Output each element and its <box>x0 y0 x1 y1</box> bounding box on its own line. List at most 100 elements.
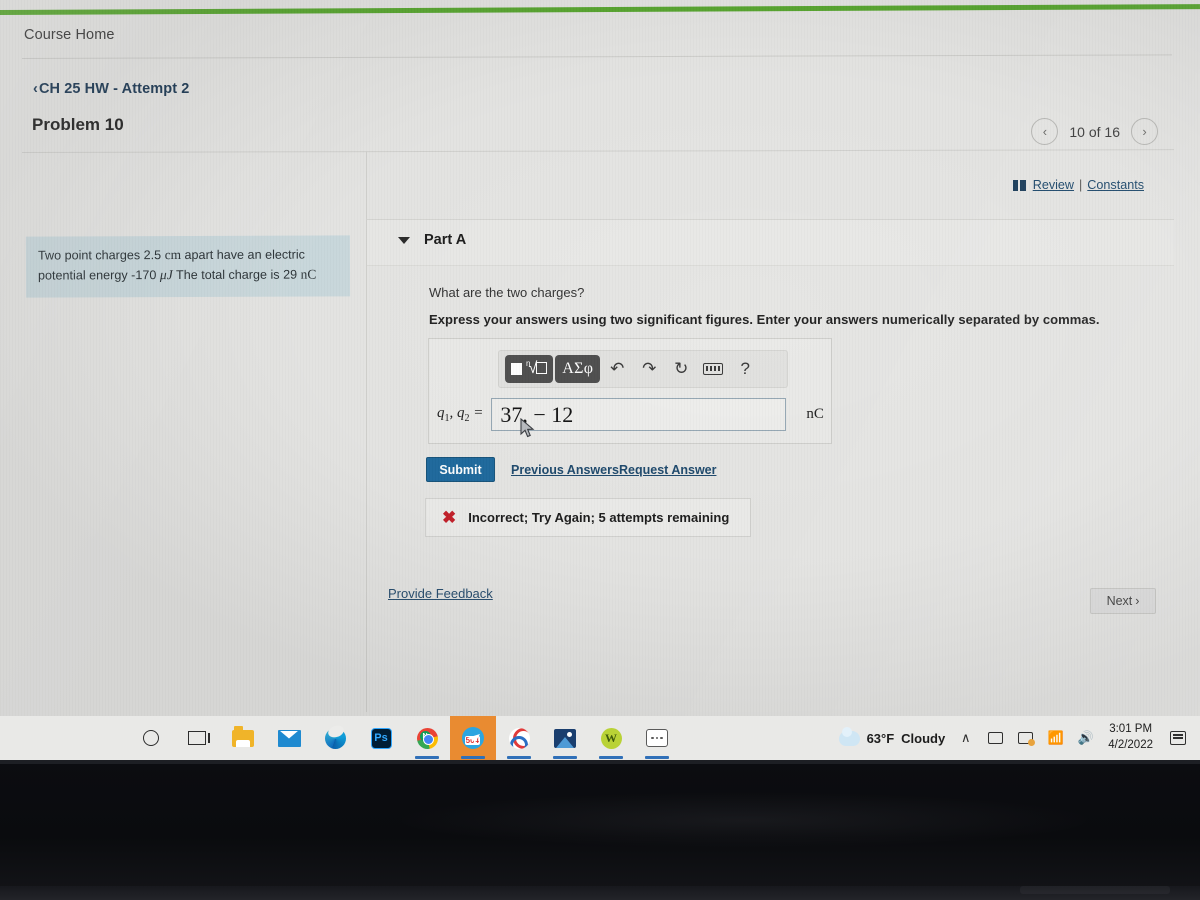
root-index-label: n <box>526 359 531 368</box>
feedback-message-box: ✖ Incorrect; Try Again; 5 attempts remai… <box>425 498 751 537</box>
mail-icon <box>277 729 301 747</box>
breadcrumb-back-icon: ‹ <box>33 81 38 97</box>
wolfram-icon: W <box>600 727 622 749</box>
search-icon <box>143 730 159 746</box>
tray-device-icon[interactable] <box>986 729 1005 748</box>
edge-icon <box>324 727 346 749</box>
constants-link[interactable]: Constants <box>1087 178 1144 192</box>
answer-unit-label: nC <box>806 406 824 422</box>
chrome-badge: N <box>419 730 431 742</box>
undo-icon[interactable]: ↶ <box>602 355 632 383</box>
provide-feedback-link[interactable]: Provide Feedback <box>388 586 493 601</box>
system-tray: 63°F Cloudy ∧ 📶 🔊 3:01 PM 4/2/2022 <box>838 716 1190 760</box>
show-hidden-icons-button[interactable]: ∧ <box>956 729 975 748</box>
problem-unit-microjoule: μJ <box>159 267 173 283</box>
pager-next-button[interactable]: › <box>1131 118 1158 145</box>
question-text: What are the two charges? <box>429 285 585 300</box>
brand-green-bar <box>0 4 1200 15</box>
part-header[interactable]: Part A <box>398 232 466 248</box>
weather-condition: Cloudy <box>901 730 946 746</box>
breadcrumb-assignment-link[interactable]: ‹CH 25 HW - Attempt 2 <box>33 81 189 97</box>
taskbar-clock[interactable]: 3:01 PM 4/2/2022 <box>1108 722 1153 753</box>
incorrect-x-icon: ✖ <box>442 508 457 527</box>
template-root-button[interactable]: n √ <box>505 355 554 383</box>
pager-prev-button[interactable]: ‹ <box>1031 118 1059 145</box>
review-link[interactable]: Review <box>1033 178 1074 192</box>
nth-root-icon: n √ <box>526 359 548 377</box>
problem-pager: ‹ 10 of 16 › <box>1031 118 1158 145</box>
problem-unit-nanocoulomb: nC <box>300 266 317 282</box>
taskbar-running-indicator <box>507 756 531 759</box>
notifications-icon[interactable] <box>1170 731 1186 745</box>
task-view-icon <box>188 731 210 745</box>
problem-text-part3: The total charge is 29 <box>172 267 301 283</box>
laptop-bezel <box>0 760 1200 900</box>
taskbar-task-view-button[interactable] <box>174 716 220 760</box>
problem-text-part1: Two point charges 2.5 <box>37 248 165 263</box>
reset-icon[interactable]: ↻ <box>666 355 696 383</box>
breadcrumb-label: CH 25 HW - Attempt 2 <box>38 81 190 97</box>
taskbar-rings-app-button[interactable] <box>496 716 542 760</box>
taskbar-running-indicator <box>599 756 623 759</box>
tray-update-icon[interactable] <box>1016 729 1036 748</box>
photos-icon <box>554 728 576 748</box>
links-separator: | <box>1079 178 1083 192</box>
header-divider-2 <box>21 149 1174 153</box>
page-title: Problem 10 <box>32 115 124 134</box>
browser-page: Course Home ‹CH 25 HW - Attempt 2 Proble… <box>0 0 1200 716</box>
request-answer-link[interactable]: Request Answer <box>619 463 716 477</box>
taskbar-telegram-button[interactable]: 504 <box>450 716 496 760</box>
rings-app-icon <box>508 727 530 749</box>
clock-time: 3:01 PM <box>1109 723 1153 736</box>
answer-variable-label: q1, q2 = <box>437 405 484 424</box>
taskbar-edge-button[interactable] <box>312 716 358 760</box>
review-constants-links: Review | Constants <box>1012 178 1144 192</box>
photoshop-icon: Ps <box>370 727 392 749</box>
messaging-icon <box>646 729 668 747</box>
part-header-band <box>367 220 1174 266</box>
help-icon[interactable]: ? <box>730 355 760 383</box>
part-label: Part A <box>424 232 467 248</box>
clock-date: 4/2/2022 <box>1108 739 1153 751</box>
volume-icon[interactable]: 🔊 <box>1076 729 1095 748</box>
taskbar-file-explorer-button[interactable] <box>220 716 266 760</box>
taskbar-mail-button[interactable] <box>266 716 312 760</box>
problem-statement: Two point charges 2.5 cm apart have an e… <box>25 235 351 298</box>
course-home-link[interactable]: Course Home <box>24 27 115 43</box>
windows-taskbar: Ps N 504 W 63°F Cloudy ∧ 📶 🔊 3:01 PM 4/2… <box>0 716 1200 760</box>
bezel-top-edge <box>0 760 1200 764</box>
redo-icon[interactable]: ↷ <box>634 355 664 383</box>
feedback-message: Incorrect; Try Again; 5 attempts remaini… <box>468 510 730 525</box>
answer-input[interactable]: 37, − 12 <box>491 398 787 431</box>
template-square-icon <box>511 363 522 375</box>
taskbar-running-indicator <box>645 756 669 759</box>
keyboard-icon[interactable] <box>698 355 728 383</box>
telegram-badge: 504 <box>464 736 480 745</box>
taskbar-search-button[interactable] <box>128 716 174 760</box>
laptop-screen-photo: Course Home ‹CH 25 HW - Attempt 2 Proble… <box>0 0 1200 900</box>
bezel-reflection <box>0 790 1200 850</box>
taskbar-photos-button[interactable] <box>542 716 588 760</box>
folder-icon <box>232 725 254 747</box>
taskbar-photoshop-button[interactable]: Ps <box>358 716 404 760</box>
book-icon <box>1012 179 1026 191</box>
greek-symbols-button[interactable]: ΑΣφ <box>555 355 601 383</box>
taskbar-running-indicator <box>461 756 485 759</box>
taskbar-messaging-button[interactable] <box>634 716 680 760</box>
submit-button[interactable]: Submit <box>426 457 495 482</box>
taskbar-running-indicator <box>553 756 577 759</box>
next-problem-button[interactable]: Next › <box>1090 588 1156 614</box>
weather-widget[interactable]: 63°F Cloudy <box>838 726 946 746</box>
answer-entry-row: q1, q2 = 37, − 12 nC <box>437 398 824 431</box>
caret-down-icon[interactable] <box>398 236 410 244</box>
taskbar-running-indicator <box>415 756 439 759</box>
taskbar-chrome-button[interactable]: N <box>404 716 450 760</box>
weather-temperature: 63°F <box>866 730 895 746</box>
bezel-notch <box>1020 886 1170 894</box>
wifi-icon[interactable]: 📶 <box>1046 729 1065 748</box>
instruction-text: Express your answers using two significa… <box>429 312 1100 327</box>
taskbar-wolfram-button[interactable]: W <box>588 716 634 760</box>
radicand-box-icon <box>536 362 548 374</box>
previous-answers-link[interactable]: Previous Answers <box>511 463 619 477</box>
math-editor-toolbar: n √ ΑΣφ ↶ ↷ ↻ ? <box>498 350 788 388</box>
